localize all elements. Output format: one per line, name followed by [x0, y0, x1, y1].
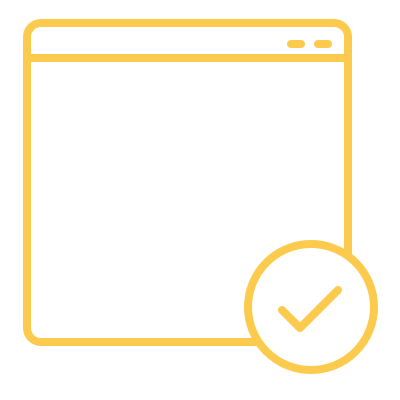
browser-window-check-icon	[23, 19, 378, 374]
check-badge-icon	[244, 240, 378, 374]
icon-canvas	[0, 0, 400, 400]
check-badge-circle	[244, 240, 378, 374]
